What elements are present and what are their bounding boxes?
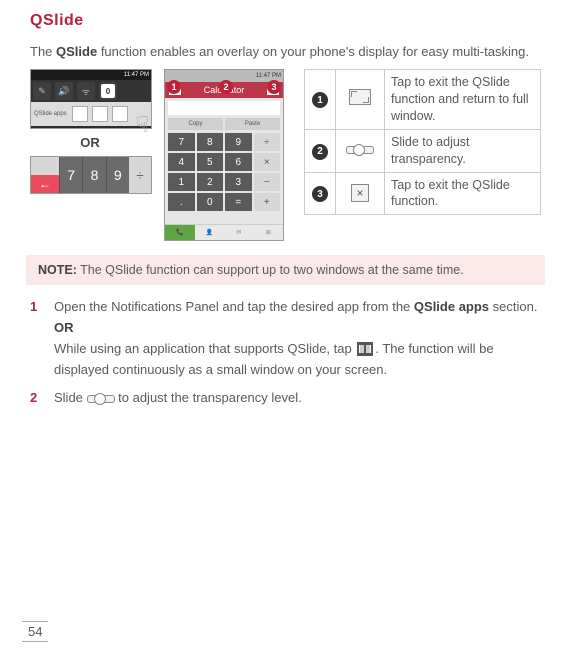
legend-number-1: 1 <box>312 92 328 108</box>
contacts-dock-icon: 👤 <box>195 224 225 240</box>
quickmemo-icon: ✎ <box>33 82 51 100</box>
legend-text-2: Slide to adjust transparency. <box>385 129 541 172</box>
note-box: NOTE: The QSlide function can support up… <box>26 255 545 285</box>
legend-row: 2 Slide to adjust transparency. <box>305 129 541 172</box>
apps-dock-icon: ⊞ <box>254 224 284 240</box>
step-number-1: 1 <box>30 297 54 380</box>
note-text: The QSlide function can support up to tw… <box>77 263 464 277</box>
calc-key: 8 <box>197 133 224 151</box>
slider-icon <box>346 146 374 154</box>
calc-key: 1 <box>168 173 195 191</box>
calc-display <box>168 101 280 115</box>
key-divide: ÷ <box>129 157 151 193</box>
calc-key: 0 <box>197 193 224 211</box>
calc-key: 3 <box>225 173 252 191</box>
step-number-2: 2 <box>30 388 54 409</box>
legend-row: 1 Tap to exit the QSlide function and re… <box>305 70 541 130</box>
intro-pre: The <box>30 44 56 59</box>
wifi-icon: ᯤ <box>77 82 95 100</box>
step-2: 2 Slide to adjust the transparency level… <box>30 388 541 409</box>
calc-key: 6 <box>225 153 252 171</box>
step2-post: to adjust the transparency level. <box>115 390 302 405</box>
calc-key: × <box>254 153 281 171</box>
status-time: 11:47 PM <box>256 73 281 79</box>
calc-key: ÷ <box>254 133 281 151</box>
calc-key: + <box>254 193 281 211</box>
calc-key: 5 <box>197 153 224 171</box>
qslide-icon <box>357 342 373 356</box>
bluetooth-icon: 0 <box>99 82 117 100</box>
fullscreen-icon <box>349 89 371 105</box>
step1-line1-pre: Open the Notifications Panel and tap the… <box>54 299 414 314</box>
calc-key: 7 <box>168 133 195 151</box>
calculator-mock: 11:47 PM 1 ⛶ Calculator 2 × 3 Copy Paste <box>164 69 284 241</box>
notification-panel-mock: 11:47 PM ✎ 🔊 ᯤ 0 QSlide apps <box>30 69 152 129</box>
legend-row: 3 × Tap to exit the QSlide function. <box>305 172 541 215</box>
key-7: 7 <box>59 157 82 193</box>
calc-key: = <box>225 193 252 211</box>
section-title: QSlide <box>30 12 541 30</box>
copy-button: Copy <box>168 118 223 130</box>
intro-bold: QSlide <box>56 44 97 59</box>
key-8: 8 <box>82 157 105 193</box>
step1-line1-bold: QSlide apps <box>414 299 489 314</box>
legend-text-3: Tap to exit the QSlide function. <box>385 172 541 215</box>
note-label: NOTE: <box>38 263 77 277</box>
phone-dock-icon: 📞 <box>165 224 195 240</box>
hand-pointer-icon: ☟ <box>136 112 149 138</box>
step2-pre: Slide <box>54 390 87 405</box>
qslide-app-icon <box>92 106 108 122</box>
key-9: 9 <box>106 157 129 193</box>
qslide-apps-label: QSlide apps <box>34 111 67 117</box>
legend-number-2: 2 <box>312 144 328 160</box>
calculator-strip-mock: ← 7 8 9 ÷ <box>30 156 152 194</box>
step-1: 1 Open the Notifications Panel and tap t… <box>30 297 541 380</box>
step1-or: OR <box>54 320 74 335</box>
calc-key: 2 <box>197 173 224 191</box>
paste-button: Paste <box>225 118 280 130</box>
qslide-app-icon <box>112 106 128 122</box>
calc-key: 9 <box>225 133 252 151</box>
screenshot-column: 11:47 PM ✎ 🔊 ᯤ 0 QSlide apps <box>30 69 292 241</box>
slider-icon <box>87 395 115 403</box>
intro-post: function enables an overlay on your phon… <box>97 44 529 59</box>
sound-icon: 🔊 <box>55 82 73 100</box>
step1-line1-post: section. <box>489 299 537 314</box>
messaging-dock-icon: ✉ <box>224 224 254 240</box>
calc-grid: 7 8 9 ÷ 4 5 6 × 1 2 3 − . 0 = <box>168 133 280 211</box>
calc-key: . <box>168 193 195 211</box>
page-number: 54 <box>22 621 48 642</box>
qslide-app-icon <box>72 106 88 122</box>
status-time: 11:47 PM <box>124 72 149 78</box>
calc-key: 4 <box>168 153 195 171</box>
legend-number-3: 3 <box>312 186 328 202</box>
back-icon: ← <box>31 175 59 193</box>
close-icon: × <box>351 184 369 202</box>
legend-text-1: Tap to exit the QSlide function and retu… <box>385 70 541 130</box>
step1-line2-pre: While using an application that supports… <box>54 341 355 356</box>
or-label: OR <box>30 135 150 150</box>
calc-key: − <box>254 173 281 191</box>
intro-paragraph: The QSlide function enables an overlay o… <box>30 43 541 61</box>
legend-table: 1 Tap to exit the QSlide function and re… <box>304 69 541 215</box>
